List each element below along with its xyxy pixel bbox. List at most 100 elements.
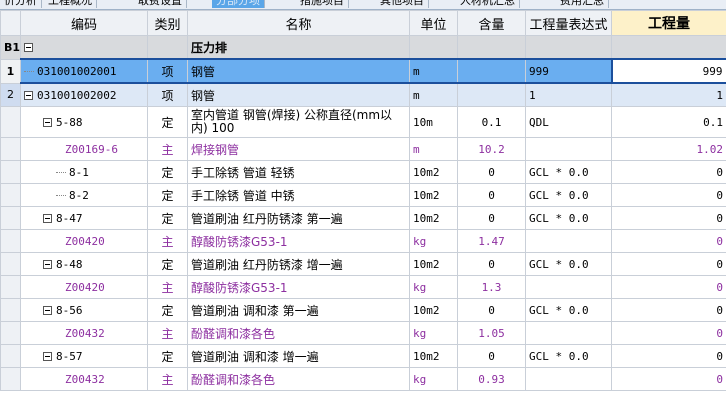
cell-quantity[interactable]: 0 xyxy=(611,344,726,368)
cell-quantity[interactable]: 0.1 xyxy=(611,106,726,138)
cell-code[interactable]: Z00432 xyxy=(20,321,148,345)
table-row[interactable]: B1 压力排 xyxy=(0,35,726,60)
cell-name[interactable]: 醇酸防锈漆G53-1 xyxy=(187,275,410,299)
collapse-icon[interactable] xyxy=(43,306,52,315)
tab-resource-summary[interactable]: 人材机汇总 xyxy=(456,0,520,8)
cell-content[interactable]: 10.2 xyxy=(457,137,526,161)
cell-type[interactable]: 主 xyxy=(147,367,188,391)
cell-quantity[interactable]: 0 xyxy=(611,206,726,230)
cell-unit[interactable]: 10m2 xyxy=(409,344,458,368)
table-row[interactable]: Z00420 主 醇酸防锈漆G53-1 kg 1.47 0 xyxy=(0,229,726,253)
cell-quantity[interactable]: 0 xyxy=(611,367,726,391)
cell-name[interactable]: 管道刷油 调和漆 第一遍 xyxy=(187,298,410,322)
cell-type[interactable]: 定 xyxy=(147,252,188,276)
header-quantity[interactable]: 工程量 xyxy=(611,10,726,36)
tab-measures[interactable]: 措施项目 xyxy=(296,0,349,8)
cell-expression[interactable] xyxy=(525,137,612,161)
cell-code[interactable]: Z00432 xyxy=(20,367,148,391)
cell-unit[interactable]: 10m2 xyxy=(409,183,458,207)
cell-quantity[interactable]: 0 xyxy=(611,229,726,253)
cell-quantity[interactable]: 0 xyxy=(611,275,726,299)
cell-expression[interactable]: QDL xyxy=(525,106,612,138)
cell-code[interactable]: 8-47 xyxy=(20,206,148,230)
cell-type[interactable]: 定 xyxy=(147,183,188,207)
cell-content[interactable]: 1.3 xyxy=(457,275,526,299)
collapse-icon[interactable] xyxy=(43,352,52,361)
cell-name[interactable]: 管道刷油 红丹防锈漆 增一遍 xyxy=(187,252,410,276)
tab-project-overview[interactable]: 工程概况 xyxy=(44,0,97,8)
cell-code[interactable]: 031001002001 xyxy=(20,58,148,84)
cell-expression[interactable] xyxy=(525,367,612,391)
cell-code[interactable]: 031001002002 xyxy=(20,82,148,107)
cell-code[interactable]: Z00420 xyxy=(20,275,148,299)
cell-quantity[interactable]: 1.02 xyxy=(611,137,726,161)
cell-name[interactable]: 管道刷油 红丹防锈漆 第一遍 xyxy=(187,206,410,230)
collapse-icon[interactable] xyxy=(43,214,52,223)
cell-code[interactable]: Z00420 xyxy=(20,229,148,253)
cell-content[interactable]: 1.05 xyxy=(457,321,526,345)
cell-unit[interactable]: m xyxy=(409,58,458,84)
cell-expression[interactable]: GCL * 0.0 xyxy=(525,160,612,184)
cell-content[interactable]: 0 xyxy=(457,252,526,276)
cell-name[interactable]: 酚醛调和漆各色 xyxy=(187,367,410,391)
cell-unit[interactable]: kg xyxy=(409,275,458,299)
cell-quantity[interactable]: 999 xyxy=(610,58,726,84)
cell-content[interactable]: 0 xyxy=(457,160,526,184)
cell-code[interactable]: Z00169-6 xyxy=(20,137,148,161)
cell-name[interactable]: 室内管道 钢管(焊接) 公称直径(mm以内) 100 xyxy=(187,106,410,138)
cell-name[interactable]: 手工除锈 管道 轻锈 xyxy=(187,160,410,184)
table-row[interactable]: 5-88 定 室内管道 钢管(焊接) 公称直径(mm以内) 100 10m 0.… xyxy=(0,106,726,138)
cell-expression[interactable]: GCL * 0.0 xyxy=(525,183,612,207)
cell-quantity[interactable]: 0 xyxy=(611,321,726,345)
cell-code[interactable]: 8-48 xyxy=(20,252,148,276)
cell-content[interactable]: 1.47 xyxy=(457,229,526,253)
cell-expression[interactable]: GCL * 0.0 xyxy=(525,298,612,322)
collapse-icon[interactable] xyxy=(24,91,33,100)
table-row[interactable]: 2 031001002002 项 钢管 m 1 1 xyxy=(0,82,726,107)
cell-content[interactable] xyxy=(457,58,526,84)
cell-quantity[interactable]: 1 xyxy=(611,82,726,107)
collapse-icon[interactable] xyxy=(24,43,33,52)
cell-type[interactable]: 定 xyxy=(147,298,188,322)
header-name[interactable]: 名称 xyxy=(187,10,410,36)
table-row[interactable]: 8-47 定 管道刷油 红丹防锈漆 第一遍 10m2 0 GCL * 0.0 0 xyxy=(0,206,726,230)
header-code[interactable]: 编码 xyxy=(20,10,148,36)
tab-other-items[interactable]: 其他项目 xyxy=(376,0,429,8)
cell-code[interactable]: 8-2 xyxy=(20,183,148,207)
header-type[interactable]: 类别 xyxy=(147,10,188,36)
cell-type[interactable]: 项 xyxy=(147,58,188,84)
table-row[interactable]: 1 031001002001 项 钢管 m 999 999 xyxy=(0,58,726,84)
table-row[interactable]: Z00432 主 酚醛调和漆各色 kg 1.05 0 xyxy=(0,321,726,345)
cell-unit[interactable]: 10m2 xyxy=(409,206,458,230)
cell-content[interactable]: 0 xyxy=(457,344,526,368)
tab-fee-settings[interactable]: 取费设置 xyxy=(134,0,187,8)
header-content[interactable]: 含量 xyxy=(457,10,526,36)
table-row[interactable]: 8-1 定 手工除锈 管道 轻锈 10m2 0 GCL * 0.0 0 xyxy=(0,160,726,184)
cell-unit[interactable]: 10m2 xyxy=(409,298,458,322)
cell-unit[interactable]: 10m2 xyxy=(409,160,458,184)
tab-fee-summary[interactable]: 费用汇总 xyxy=(556,0,609,8)
cell-code[interactable]: 8-57 xyxy=(20,344,148,368)
table-row[interactable]: Z00420 主 醇酸防锈漆G53-1 kg 1.3 0 xyxy=(0,275,726,299)
cell-unit[interactable]: m xyxy=(409,137,458,161)
cell-expression[interactable] xyxy=(525,321,612,345)
cell-type[interactable]: 主 xyxy=(147,137,188,161)
cell-type[interactable]: 定 xyxy=(147,160,188,184)
cell-expression[interactable] xyxy=(525,229,612,253)
cell-unit[interactable]: 10m2 xyxy=(409,252,458,276)
cell-name[interactable]: 钢管 xyxy=(187,58,410,84)
table-row[interactable]: 8-56 定 管道刷油 调和漆 第一遍 10m2 0 GCL * 0.0 0 xyxy=(0,298,726,322)
cell-type[interactable]: 项 xyxy=(147,82,188,107)
cell-quantity[interactable]: 0 xyxy=(611,160,726,184)
cell-quantity[interactable]: 0 xyxy=(611,252,726,276)
cell-expression[interactable]: GCL * 0.0 xyxy=(525,206,612,230)
cell-content[interactable]: 0.93 xyxy=(457,367,526,391)
cell-quantity[interactable]: 0 xyxy=(611,183,726,207)
cell-expression[interactable]: 1 xyxy=(525,82,612,107)
tab-sub-items[interactable]: 分部分项 xyxy=(212,0,265,8)
table-row[interactable]: Z00169-6 主 焊接钢管 m 10.2 1.02 xyxy=(0,137,726,161)
collapse-icon[interactable] xyxy=(43,118,52,127)
cell-content[interactable]: 0 xyxy=(457,183,526,207)
cell-code[interactable]: 5-88 xyxy=(20,106,148,138)
table-row[interactable]: 8-48 定 管道刷油 红丹防锈漆 增一遍 10m2 0 GCL * 0.0 0 xyxy=(0,252,726,276)
